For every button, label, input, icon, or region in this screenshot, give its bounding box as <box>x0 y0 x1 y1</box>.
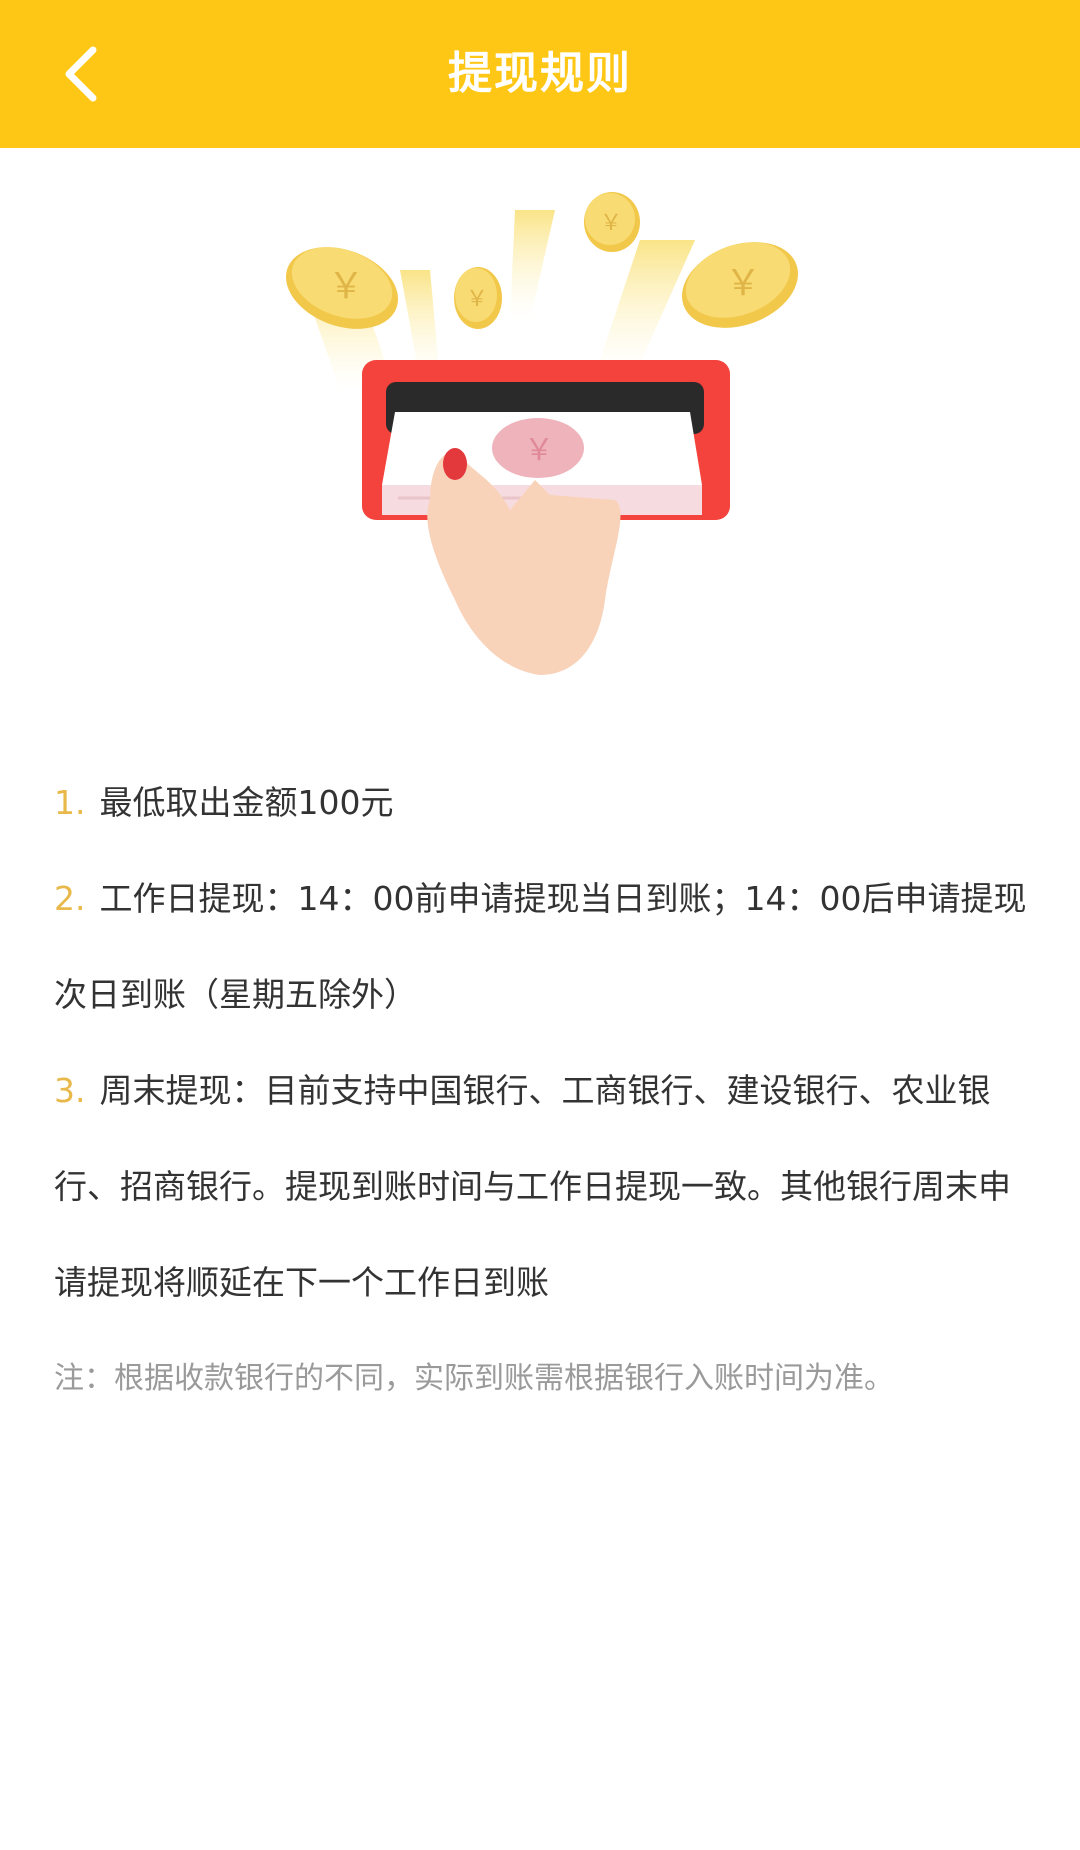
svg-text:￥: ￥ <box>600 211 622 236</box>
coin-icon: ￥ <box>285 247 399 329</box>
rule-text: 工作日提现：14：00前申请提现当日到账；14：00后申请提现次日到账（星期五除… <box>54 879 1027 1014</box>
withdraw-illustration: ￥ ￥ ￥ ￥ ￥ <box>270 180 810 700</box>
svg-text:￥: ￥ <box>725 263 761 304</box>
note-text: 注：根据收款银行的不同，实际到账需根据银行入账时间为准。 <box>54 1361 894 1396</box>
rule-number: 2. <box>54 879 86 918</box>
rule-text: 周末提现：目前支持中国银行、工商银行、建设银行、农业银行、招商银行。提现到账时间… <box>54 1071 1011 1302</box>
page-title: 提现规则 <box>448 48 632 99</box>
svg-text:￥: ￥ <box>328 266 364 307</box>
svg-text:￥: ￥ <box>524 433 554 468</box>
coin-icon: ￥ <box>454 267 502 329</box>
top-navigation-bar: 提现规则 <box>0 0 1080 148</box>
rule-item: 2. 工作日提现：14：00前申请提现当日到账；14：00后申请提现次日到账（星期… <box>54 851 1029 1043</box>
coin-icon: ￥ <box>584 192 640 252</box>
rule-item: 3. 周末提现：目前支持中国银行、工商银行、建设银行、农业银行、招商银行。提现到账… <box>54 1043 1029 1331</box>
svg-text:￥: ￥ <box>466 287 488 312</box>
rules-content: 1. 最低取出金额100元 2. 工作日提现：14：00前申请提现当日到账；14：0… <box>54 755 1029 1427</box>
rule-text: 最低取出金额100元 <box>99 783 394 822</box>
rule-item: 1. 最低取出金额100元 <box>54 755 1029 851</box>
rule-number: 3. <box>54 1071 86 1110</box>
rule-number: 1. <box>54 783 86 822</box>
